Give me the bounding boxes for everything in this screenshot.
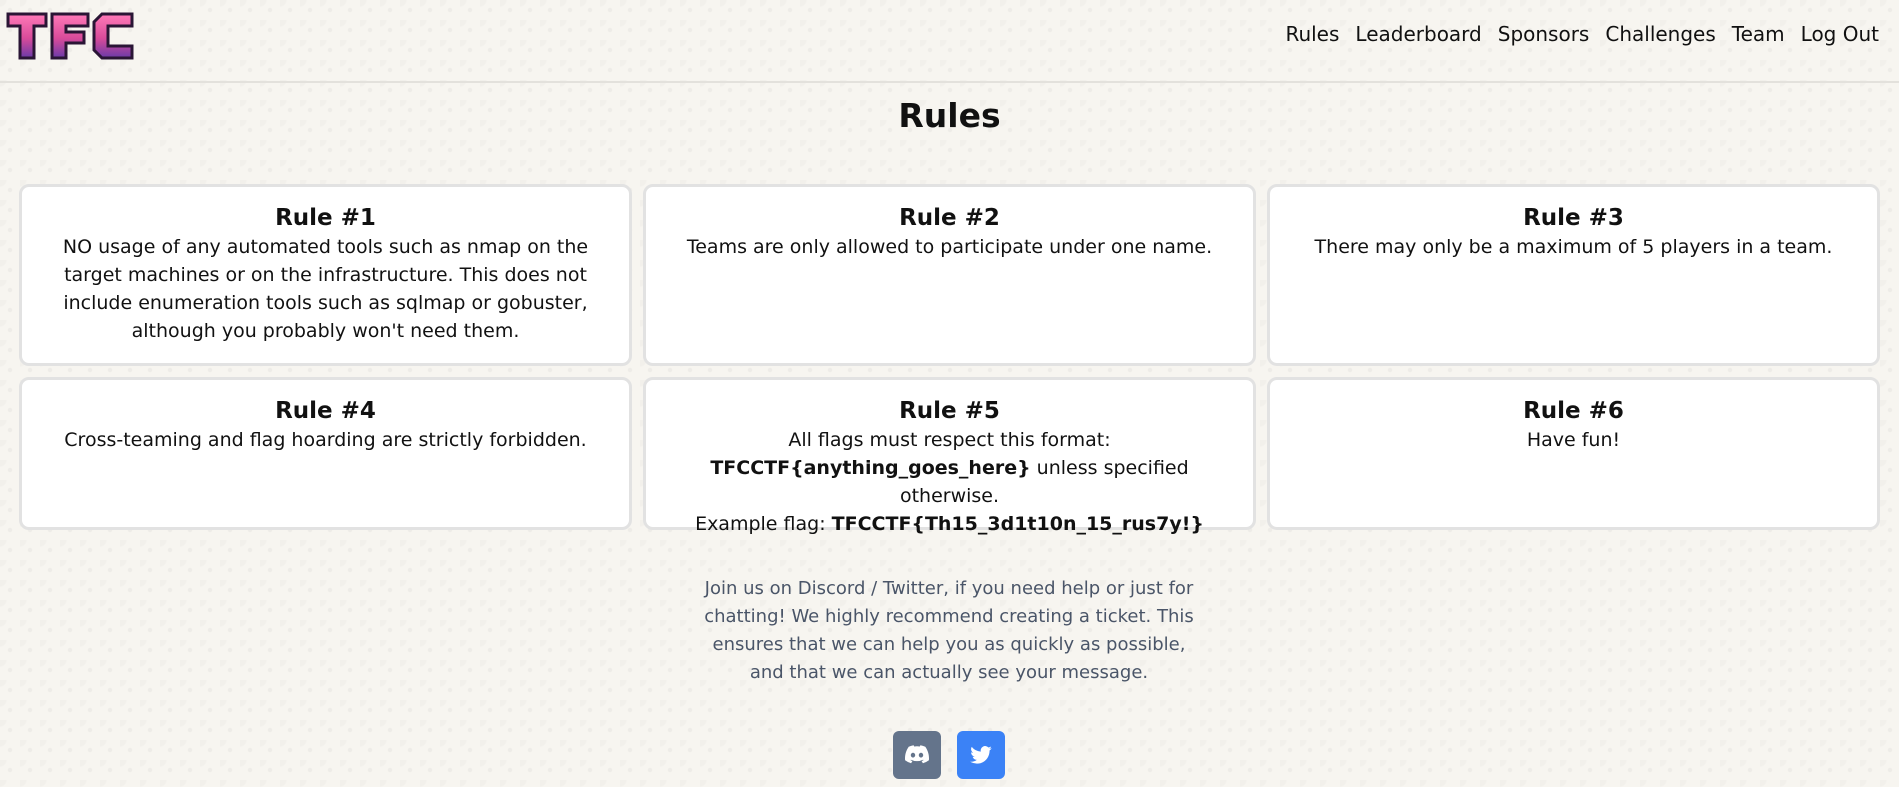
twitter-icon <box>970 746 992 764</box>
rule-title: Rule #3 <box>1523 205 1624 231</box>
nav-challenges[interactable]: Challenges <box>1605 22 1715 46</box>
rule-title: Rule #2 <box>899 205 1000 231</box>
example-flag-label: Example flag: <box>695 513 832 535</box>
rule-card-1: Rule #1 NO usage of any automated tools … <box>19 184 632 366</box>
footer-message: Join us on Discord / Twitter, if you nee… <box>704 578 1194 683</box>
example-flag: TFCCTF{Th15_3d1t10n_15_rus7y!} <box>831 513 1204 535</box>
rule-card-5: Rule #5 All flags must respect this form… <box>643 377 1256 535</box>
rule-card-2: Rule #2 Teams are only allowed to partic… <box>643 184 1256 366</box>
rule-text: All flags must respect this format: TFCC… <box>676 426 1223 538</box>
flag-format: TFCCTF{anything_goes_here} <box>710 457 1031 479</box>
rule-card-3: Rule #3 There may only be a maximum of 5… <box>1267 184 1880 366</box>
rule-card-4: Rule #4 Cross-teaming and flag hoarding … <box>19 377 632 530</box>
twitter-button[interactable] <box>957 731 1005 779</box>
rule-text: There may only be a maximum of 5 players… <box>1314 236 1833 258</box>
page-title: Rules <box>898 96 1001 135</box>
tfc-logo[interactable] <box>4 8 136 64</box>
rule-title: Rule #6 <box>1523 398 1624 424</box>
rule-text: Teams are only allowed to participate un… <box>686 236 1213 258</box>
rule-title: Rule #4 <box>275 398 376 424</box>
top-navbar: Rules Leaderboard Sponsors Challenges Te… <box>0 0 1899 83</box>
nav-leaderboard[interactable]: Leaderboard <box>1355 22 1481 46</box>
rule-title: Rule #5 <box>899 398 1000 424</box>
discord-icon <box>905 745 929 764</box>
main-nav: Rules Leaderboard Sponsors Challenges Te… <box>1285 22 1879 46</box>
nav-team[interactable]: Team <box>1732 22 1785 46</box>
rule-text: Cross-teaming and flag hoarding are stri… <box>64 429 587 451</box>
nav-sponsors[interactable]: Sponsors <box>1498 22 1590 46</box>
rule-text: Have fun! <box>1526 429 1621 451</box>
rule-title: Rule #1 <box>275 205 376 231</box>
nav-log-out[interactable]: Log Out <box>1801 22 1879 46</box>
discord-button[interactable] <box>893 731 941 779</box>
rule-format-intro: All flags must respect this format: <box>788 429 1111 451</box>
nav-rules[interactable]: Rules <box>1285 22 1339 46</box>
rule-card-6: Rule #6 Have fun! <box>1267 377 1880 530</box>
rule-text: NO usage of any automated tools such as … <box>62 236 589 342</box>
